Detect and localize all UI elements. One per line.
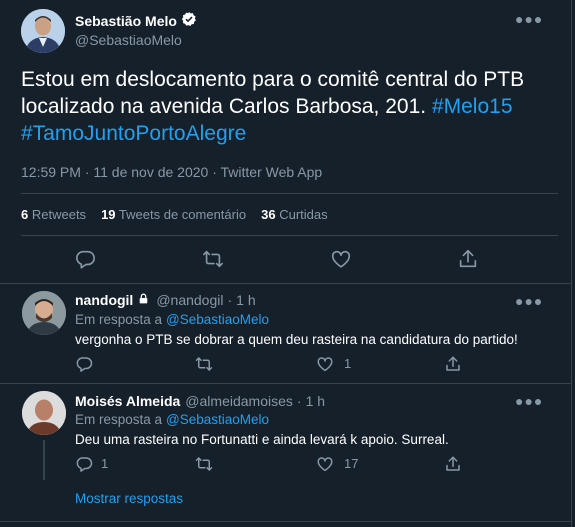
divider (21, 235, 558, 236)
divider (21, 193, 558, 194)
hashtag-melo15[interactable]: #Melo15 (432, 95, 513, 118)
separator: · (227, 292, 233, 308)
share-icon[interactable] (457, 248, 479, 270)
divider (0, 383, 571, 384)
reply-author-handle[interactable]: @almeidamoises (185, 393, 293, 409)
like-icon[interactable] (330, 248, 352, 270)
divider (0, 283, 571, 284)
reply-avatar[interactable] (22, 391, 66, 435)
share-icon[interactable] (444, 355, 462, 373)
lock-icon (137, 292, 150, 308)
likes-stat[interactable]: 36 Curtidas (261, 207, 328, 222)
reply-icon[interactable] (75, 355, 93, 373)
share-icon[interactable] (444, 455, 462, 473)
like-icon[interactable] (316, 355, 334, 373)
author-handle[interactable]: @SebastiaoMelo (75, 32, 182, 48)
comments-stat[interactable]: 19 Tweets de comentário (101, 207, 246, 222)
verified-badge-icon (181, 11, 197, 30)
author-avatar[interactable] (21, 9, 65, 53)
more-options-icon[interactable]: ●●● (515, 293, 543, 309)
thread-line (43, 440, 45, 480)
reply-time[interactable]: 1 h (236, 292, 255, 308)
reply-author-name[interactable]: Moisés Almeida (75, 393, 180, 409)
more-options-icon[interactable]: ●●● (515, 11, 543, 27)
retweet-icon[interactable] (195, 355, 213, 373)
reply-to-handle[interactable]: @SebastiaoMelo (166, 312, 269, 327)
reply-to-prefix: Em resposta a (75, 312, 163, 327)
reply-text: vergonha o PTB se dobrar a quem deu rast… (75, 332, 518, 347)
reply-to-handle[interactable]: @SebastiaoMelo (166, 412, 269, 427)
show-replies-link[interactable]: Mostrar respostas (75, 491, 183, 506)
separator: · (296, 393, 302, 409)
reply-author-name[interactable]: nandogil (75, 292, 133, 308)
reply-to-prefix: Em resposta a (75, 412, 163, 427)
reply-text: Deu uma rasteira no Fortunatti e ainda l… (75, 432, 449, 447)
reply-author-handle[interactable]: @nandogil (156, 292, 223, 308)
divider (0, 521, 571, 522)
tweet-meta: 12:59 PM · 11 de nov de 2020 · Twitter W… (21, 164, 323, 180)
reply-avatar[interactable] (22, 291, 66, 335)
author-name[interactable]: Sebastião Melo (75, 13, 177, 29)
more-options-icon[interactable]: ●●● (515, 393, 543, 409)
tweet-column: Sebastião Melo @SebastiaoMelo ●●● Estou … (0, 0, 572, 527)
hashtag-tamojunto[interactable]: #TamoJuntoPortoAlegre (21, 122, 246, 145)
reply-time[interactable]: 1 h (306, 393, 325, 409)
tweet-text: Estou em deslocamento para o comitê cent… (21, 66, 561, 147)
retweets-stat[interactable]: 6 Retweets (21, 207, 86, 222)
like-count: 1 (344, 356, 352, 371)
reply-count: 1 (101, 456, 109, 471)
retweet-icon[interactable] (195, 455, 213, 473)
like-count: 17 (344, 456, 359, 471)
reply-icon[interactable] (74, 248, 96, 270)
reply-icon[interactable] (75, 455, 93, 473)
like-icon[interactable] (316, 455, 334, 473)
retweet-icon[interactable] (202, 248, 224, 270)
